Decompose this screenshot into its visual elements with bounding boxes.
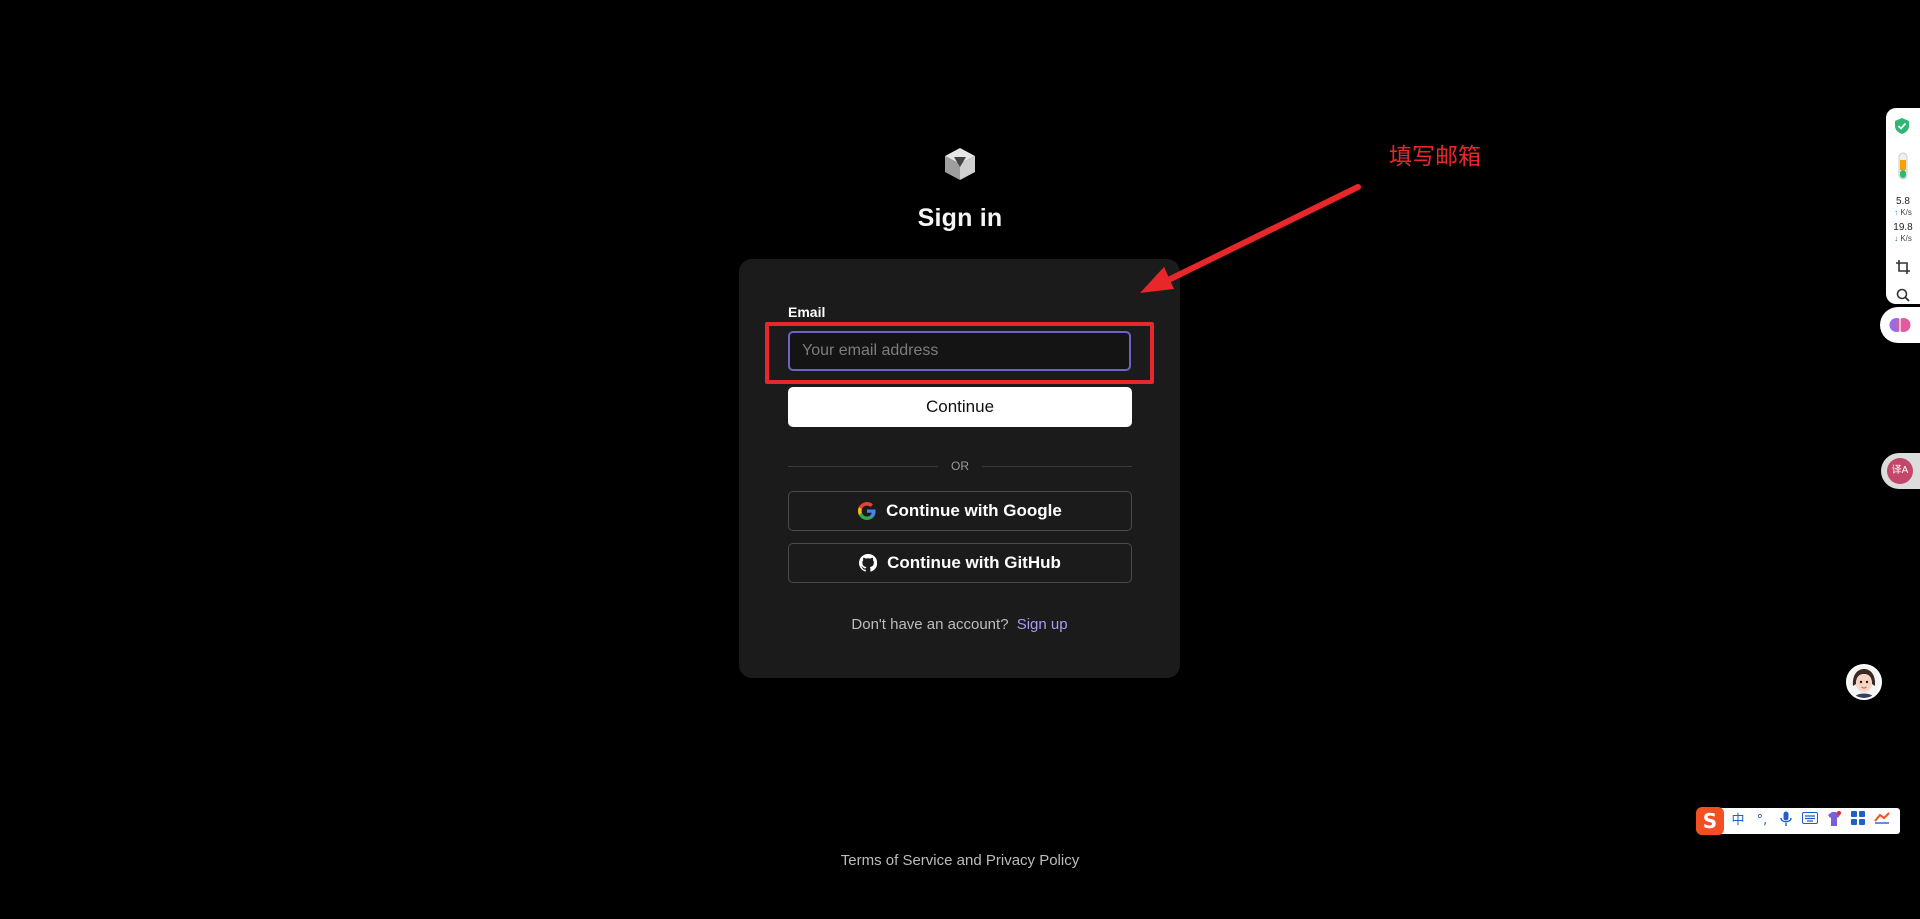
ime-toolbar: S 中 °,	[1696, 807, 1900, 835]
signup-prompt: Don't have an account? Sign up	[739, 616, 1180, 633]
annotation-arrow-icon	[1140, 184, 1361, 293]
ime-language-toggle[interactable]: 中	[1728, 811, 1748, 831]
download-speed: 19.8 ↓ K/s	[1886, 222, 1920, 244]
ime-logo-icon[interactable]: S	[1696, 807, 1724, 835]
shield-check-icon	[1895, 118, 1909, 134]
assistant-orb-button[interactable]	[1880, 307, 1920, 343]
avatar-face-icon	[1848, 666, 1880, 698]
email-label: Email	[788, 304, 826, 320]
skin-icon[interactable]	[1824, 811, 1844, 831]
download-arrow-icon: ↓	[1894, 234, 1899, 243]
github-sign-in-button[interactable]: Continue with GitHub	[788, 543, 1132, 583]
avatar[interactable]	[1846, 664, 1882, 700]
sign-in-page: Sign in Email Continue OR Continue with …	[0, 0, 1920, 919]
or-divider: OR	[788, 458, 1132, 474]
translate-icon: 译A	[1887, 458, 1913, 484]
continue-button[interactable]: Continue	[788, 387, 1132, 427]
upload-speed-value: 5.8	[1896, 196, 1910, 207]
ime-punctuation-toggle[interactable]: °,	[1752, 811, 1772, 831]
footer-and-text: and	[956, 852, 982, 869]
download-speed-unit: K/s	[1900, 234, 1912, 243]
microphone-icon[interactable]	[1776, 811, 1796, 831]
brain-icon	[1889, 318, 1911, 332]
divider-line-right	[982, 466, 1132, 467]
app-logo-icon	[945, 148, 975, 180]
sign-up-link[interactable]: Sign up	[1017, 616, 1068, 633]
google-sign-in-button[interactable]: Continue with Google	[788, 491, 1132, 531]
github-icon	[859, 554, 878, 572]
page-title: Sign in	[917, 204, 1003, 232]
no-account-text: Don't have an account?	[851, 616, 1009, 633]
annotation-text: 填写邮箱	[1389, 144, 1481, 170]
toolbox-icon[interactable]	[1848, 811, 1868, 831]
privacy-policy-link[interactable]: Privacy Policy	[986, 852, 1079, 869]
upload-speed-unit: K/s	[1900, 208, 1912, 217]
upload-speed: 5.8 ↑ K/s	[1886, 196, 1920, 218]
upload-arrow-icon: ↑	[1894, 208, 1899, 217]
google-icon	[858, 502, 876, 520]
more-icon[interactable]	[1872, 811, 1892, 831]
network-monitor-widget[interactable]: 5.8 ↑ K/s 19.8 ↓ K/s	[1886, 108, 1920, 304]
memory-gauge-icon	[1898, 152, 1908, 180]
annotation-highlight-box	[765, 322, 1154, 384]
search-icon[interactable]	[1896, 288, 1910, 302]
github-button-label: Continue with GitHub	[887, 553, 1061, 572]
terms-of-service-link[interactable]: Terms of Service	[841, 852, 953, 869]
google-button-label: Continue with Google	[886, 501, 1062, 520]
screenshot-icon[interactable]	[1896, 260, 1910, 274]
download-speed-value: 19.8	[1893, 222, 1913, 233]
footer: Terms of Service and Privacy Policy	[0, 852, 1920, 869]
translate-button[interactable]: 译A	[1881, 453, 1920, 489]
keyboard-icon[interactable]	[1800, 811, 1820, 831]
